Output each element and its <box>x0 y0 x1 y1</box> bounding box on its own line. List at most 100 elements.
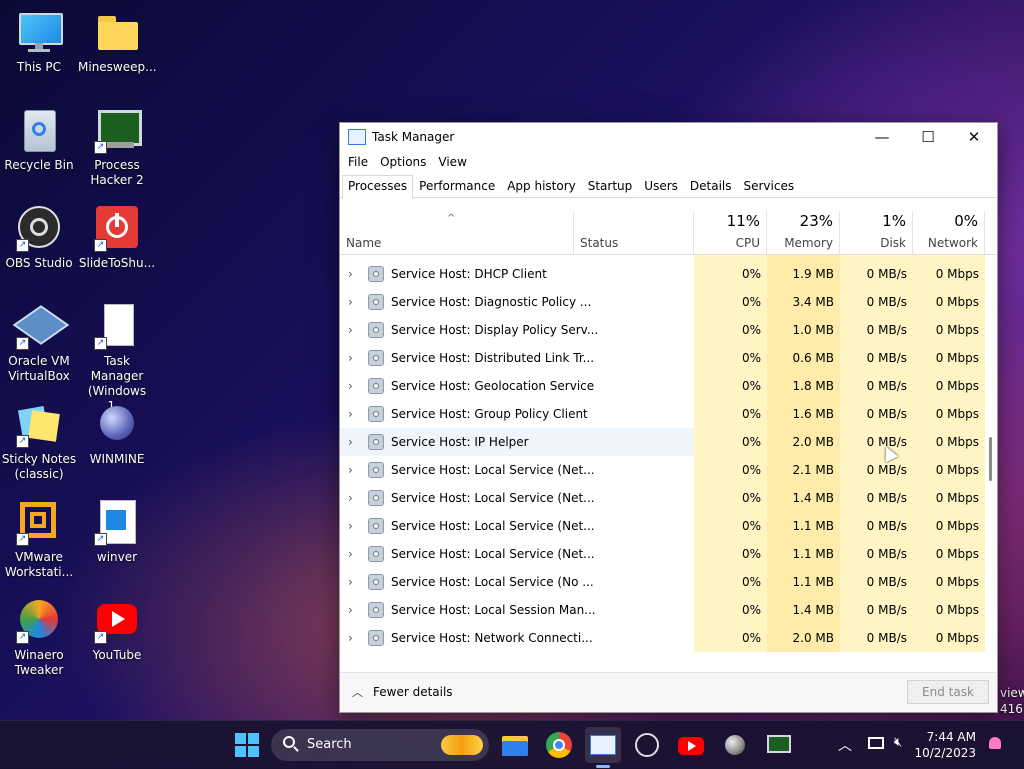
chevron-right-icon[interactable]: › <box>348 267 353 281</box>
network-cell: 0 Mbps <box>913 568 985 596</box>
minimize-button[interactable]: — <box>859 123 905 151</box>
desktop-icon-label: Oracle VM VirtualBox <box>8 354 70 383</box>
chevron-right-icon[interactable]: › <box>348 323 353 337</box>
memory-cell: 1.1 MB <box>767 568 840 596</box>
chevron-right-icon[interactable]: › <box>348 547 353 561</box>
chevron-right-icon[interactable]: › <box>348 351 353 365</box>
chevron-right-icon[interactable]: › <box>348 435 353 449</box>
scrollbar-thumb[interactable] <box>989 437 992 481</box>
clock[interactable]: 7:44 AM 10/2/2023 <box>914 729 976 761</box>
youtube-taskbar-icon[interactable] <box>678 732 704 758</box>
network-cell: 0 Mbps <box>913 624 985 652</box>
column-header-disk[interactable]: 1% Disk <box>840 211 913 254</box>
desktop-icon-minesweeper[interactable]: Minesweep... <box>78 10 157 75</box>
column-header-network[interactable]: 0% Network <box>913 211 985 254</box>
table-row[interactable]: › Service Host: Geolocation Service 0% 1.8 … <box>340 372 985 400</box>
maximize-button[interactable]: ☐ <box>905 123 951 151</box>
tab-processes[interactable]: Processes <box>342 175 414 198</box>
table-row[interactable]: › Service Host: Local Service (Net... 0% 1.… <box>340 540 985 568</box>
volume-muted-icon[interactable]: 🔇︎ <box>894 735 902 750</box>
desktop-icon-winver[interactable]: ↗ winver <box>78 500 156 565</box>
desktop-icon-winaero[interactable]: ↗ Winaero Tweaker <box>0 598 78 678</box>
windows-start-icon[interactable] <box>234 732 260 758</box>
end-task-button[interactable]: End task <box>907 680 989 704</box>
monitor-icon <box>16 10 63 56</box>
file-explorer-icon[interactable] <box>502 732 528 758</box>
chevron-right-icon[interactable]: › <box>348 575 353 589</box>
tab-app-history[interactable]: App history <box>501 175 582 197</box>
memory-cell: 1.4 MB <box>767 484 840 512</box>
tab-performance[interactable]: Performance <box>413 175 501 197</box>
notification-bell-icon[interactable] <box>989 737 1001 749</box>
tab-details[interactable]: Details <box>684 175 738 197</box>
desktop-icon-slidetoshutdown[interactable]: ↗ SlideToShu... <box>78 206 156 271</box>
network-icon[interactable] <box>868 737 884 749</box>
desktop-icon-winmine[interactable]: WINMINE <box>78 402 156 467</box>
chevron-right-icon[interactable]: › <box>348 463 353 477</box>
desktop-icon-process-hacker[interactable]: ↗ Process Hacker 2 <box>78 108 156 188</box>
chevron-right-icon[interactable]: › <box>348 295 353 309</box>
memory-cell: 1.0 MB <box>767 316 840 344</box>
menu-file[interactable]: File <box>342 155 374 169</box>
title-bar[interactable]: Task Manager — ☐ ✕ <box>340 123 997 151</box>
desktop-icon-vmware[interactable]: ↗ VMware Workstati... <box>0 500 78 580</box>
desktop-icon-this-pc[interactable]: This PC <box>0 10 78 75</box>
table-row[interactable]: › Service Host: Diagnostic Policy ... 0% 3.… <box>340 288 985 316</box>
tab-startup[interactable]: Startup <box>582 175 639 197</box>
service-host-icon <box>368 322 384 338</box>
chevron-up-icon[interactable]: ︿ <box>838 735 852 755</box>
menu-options[interactable]: Options <box>374 155 432 169</box>
table-row[interactable]: › Service Host: Distributed Link Tr... 0% 0… <box>340 344 985 372</box>
mine-taskbar-icon[interactable] <box>722 732 748 758</box>
desktop-icon-sticky-notes[interactable]: ↗ Sticky Notes (classic) <box>0 402 78 482</box>
table-row[interactable]: › Service Host: Group Policy Client 0% 1.6 … <box>340 400 985 428</box>
table-row[interactable]: › Service Host: Network Connecti... 0% 2.0 … <box>340 624 985 652</box>
table-row[interactable]: › Service Host: Local Service (No ... 0% 1.… <box>340 568 985 596</box>
chevron-right-icon[interactable]: › <box>348 407 353 421</box>
table-row[interactable]: › Service Host: Display Policy Serv... 0% 1… <box>340 316 985 344</box>
search-box[interactable]: Search <box>271 729 489 761</box>
column-header-memory[interactable]: 23% Memory <box>767 211 840 254</box>
table-row[interactable]: › Service Host: Local Session Man... 0% 1.4… <box>340 596 985 624</box>
desktop-icon-obs-studio[interactable]: ↗ OBS Studio <box>0 206 78 271</box>
service-host-icon <box>368 294 384 310</box>
desktop-icon-label: This PC <box>17 60 61 74</box>
background-text: 416 <box>1000 702 1023 716</box>
desktop-icon-recycle-bin[interactable]: Recycle Bin <box>0 108 78 173</box>
chevron-right-icon[interactable]: › <box>348 379 353 393</box>
desktop-icon-virtualbox[interactable]: ↗ Oracle VM VirtualBox <box>0 304 78 384</box>
shortcut-arrow-icon: ↗ <box>94 533 107 546</box>
menu-view[interactable]: View <box>432 155 472 169</box>
memory-cell: 0.6 MB <box>767 344 840 372</box>
tab-users[interactable]: Users <box>638 175 684 197</box>
close-button[interactable]: ✕ <box>951 123 997 151</box>
desktop-icon-label: SlideToShu... <box>78 256 156 270</box>
service-host-icon <box>368 546 384 562</box>
chevron-right-icon[interactable]: › <box>348 491 353 505</box>
process-name: Service Host: Local Session Man... <box>391 603 596 617</box>
cpu-cell: 0% <box>694 456 767 484</box>
task-manager-taskbar-icon[interactable] <box>590 732 616 758</box>
table-row[interactable]: › Service Host: DHCP Client 0% 1.9 MB 0 MB/s… <box>340 260 985 288</box>
chevron-right-icon[interactable]: › <box>348 603 353 617</box>
process-hacker-taskbar-icon[interactable] <box>766 732 792 758</box>
fewer-details-button[interactable]: ︿ Fewer details <box>352 684 453 700</box>
table-row[interactable]: › Service Host: Local Service (Net... 0% 1.… <box>340 512 985 540</box>
column-header-name[interactable]: ^ Name <box>340 211 574 254</box>
chevron-right-icon[interactable]: › <box>348 631 353 645</box>
vertical-scrollbar[interactable] <box>985 255 997 661</box>
network-cell: 0 Mbps <box>913 288 985 316</box>
obs-taskbar-icon[interactable] <box>634 732 660 758</box>
desktop-icon-task-manager[interactable]: ↗ Task Manager (Windows 1... <box>78 304 156 414</box>
table-row[interactable]: › Service Host: Local Service (Net... 0% 1.… <box>340 484 985 512</box>
task-manager-window[interactable]: Task Manager — ☐ ✕ File Options View Pro… <box>339 122 998 713</box>
column-header-cpu[interactable]: 11% CPU <box>694 211 767 254</box>
chevron-right-icon[interactable]: › <box>348 519 353 533</box>
process-hacker-icon: ↗ <box>94 108 142 154</box>
disk-cell: 0 MB/s <box>840 568 913 596</box>
cpu-cell: 0% <box>694 260 767 288</box>
tab-services[interactable]: Services <box>738 175 801 197</box>
column-header-status[interactable]: Status <box>574 211 694 254</box>
desktop-icon-youtube[interactable]: ↗ YouTube <box>78 598 156 663</box>
chrome-icon[interactable] <box>546 732 572 758</box>
